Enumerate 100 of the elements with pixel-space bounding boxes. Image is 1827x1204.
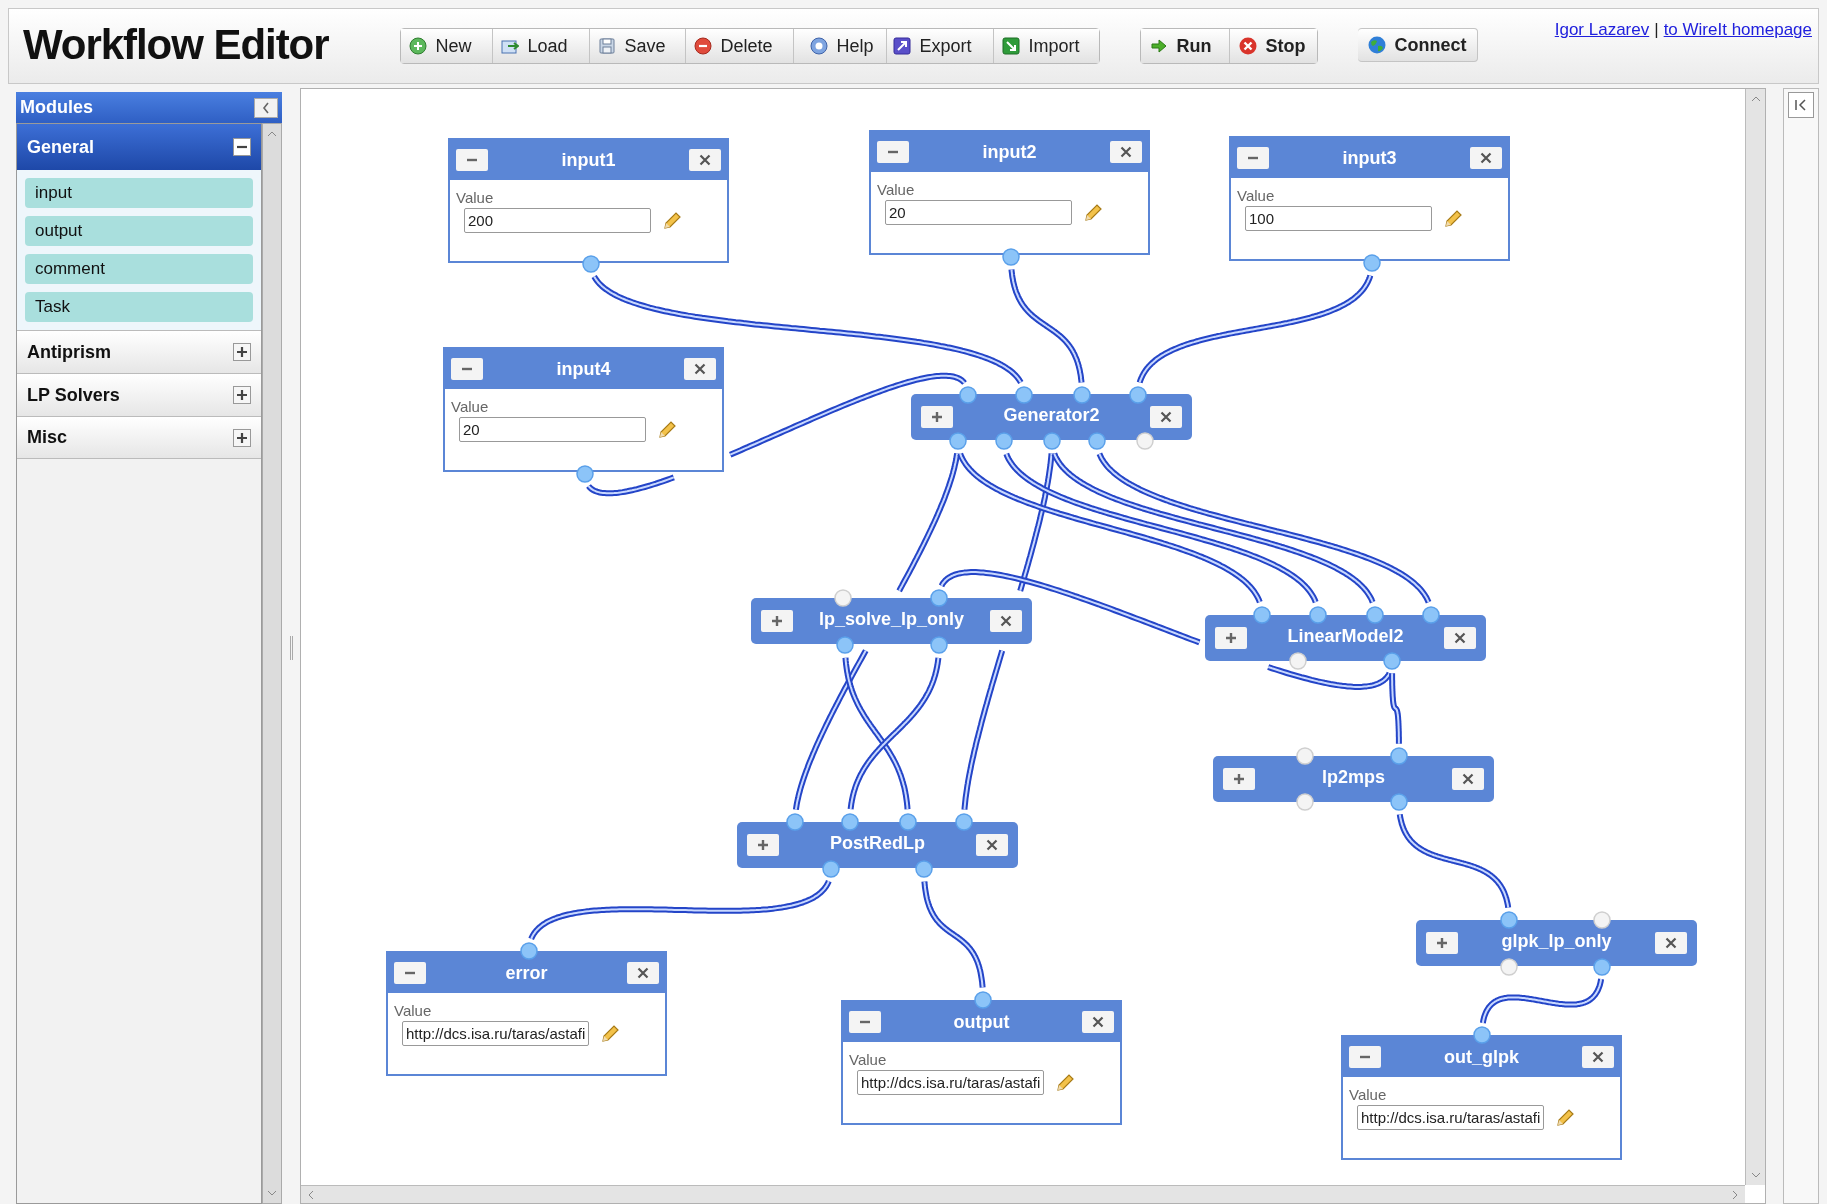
close-button[interactable] bbox=[1110, 141, 1142, 163]
close-button[interactable] bbox=[689, 149, 721, 171]
splitter-handle[interactable] bbox=[289, 636, 293, 660]
wire[interactable] bbox=[528, 879, 832, 941]
group-header[interactable]: LP Solvers bbox=[17, 373, 261, 416]
node-header[interactable]: input2 bbox=[871, 132, 1148, 172]
close-button[interactable] bbox=[627, 962, 659, 984]
module-node[interactable]: input1 Value 200 bbox=[448, 138, 729, 263]
node-header[interactable]: input3 bbox=[1231, 138, 1508, 178]
value-field[interactable]: 100 bbox=[1245, 206, 1432, 231]
module-item[interactable]: Task bbox=[25, 292, 253, 322]
wire[interactable] bbox=[1051, 452, 1376, 604]
wire[interactable] bbox=[1396, 812, 1512, 910]
minimize-button[interactable] bbox=[849, 1011, 881, 1033]
value-field[interactable]: http://dcs.isa.ru/taras/astafi bbox=[402, 1021, 589, 1046]
wire[interactable] bbox=[1389, 671, 1402, 746]
wire[interactable] bbox=[957, 452, 1263, 604]
module-node[interactable]: out_glpk Value http://dcs.isa.ru/taras/astafi bbox=[1341, 1035, 1622, 1160]
toolbar-button[interactable]: Export bbox=[886, 29, 994, 63]
wire[interactable] bbox=[961, 649, 1006, 811]
toolbar-button[interactable]: New bbox=[401, 29, 493, 63]
wire[interactable] bbox=[896, 452, 961, 593]
wire[interactable] bbox=[842, 656, 911, 811]
toolbar-button[interactable]: Save bbox=[589, 29, 686, 63]
value-field[interactable]: 20 bbox=[885, 200, 1072, 225]
node-header[interactable]: output bbox=[843, 1002, 1120, 1042]
minimize-button[interactable] bbox=[1237, 147, 1269, 169]
toolbar-button[interactable]: Connect bbox=[1358, 28, 1479, 62]
module-node[interactable]: glpk_lp_only bbox=[1416, 920, 1697, 966]
wire[interactable] bbox=[1017, 452, 1055, 592]
close-button[interactable] bbox=[1470, 147, 1502, 169]
group-header[interactable]: General bbox=[17, 124, 261, 170]
toolbar-button[interactable]: Run bbox=[1141, 29, 1230, 63]
close-button[interactable] bbox=[684, 358, 716, 380]
header-link[interactable]: Igor Lazarev bbox=[1554, 17, 1650, 43]
node-header[interactable]: input1 bbox=[450, 140, 727, 180]
expand-panel-button[interactable] bbox=[1788, 92, 1814, 118]
module-node[interactable]: PostRedLp bbox=[737, 822, 1018, 868]
node-header[interactable]: input4 bbox=[445, 349, 722, 389]
minimize-button[interactable] bbox=[394, 962, 426, 984]
close-button[interactable] bbox=[990, 610, 1022, 632]
globe-icon bbox=[1368, 36, 1387, 54]
expand-button[interactable] bbox=[761, 610, 793, 632]
header-link[interactable]: to WireIt homepage bbox=[1663, 17, 1812, 43]
minimize-button[interactable] bbox=[1349, 1046, 1381, 1068]
module-node[interactable]: input4 Value 20 bbox=[443, 347, 724, 472]
module-node[interactable]: LinearModel2 bbox=[1205, 615, 1486, 661]
value-field[interactable]: 20 bbox=[459, 417, 646, 442]
close-button[interactable] bbox=[1452, 768, 1484, 790]
value-field[interactable]: http://dcs.isa.ru/taras/astafi bbox=[857, 1070, 1044, 1095]
close-button[interactable] bbox=[1150, 406, 1182, 428]
toolbar-button[interactable]: Load bbox=[492, 29, 590, 63]
minimize-button[interactable] bbox=[456, 149, 488, 171]
expand-button[interactable] bbox=[1215, 627, 1247, 649]
expand-button[interactable] bbox=[921, 406, 953, 428]
group-header[interactable]: Misc bbox=[17, 416, 261, 459]
scrollbar[interactable] bbox=[262, 123, 282, 1204]
node-title: Generator2 bbox=[1003, 403, 1100, 427]
module-node[interactable]: input3 Value 100 bbox=[1229, 136, 1510, 261]
module-node[interactable]: output Value http://dcs.isa.ru/taras/astafi bbox=[841, 1000, 1122, 1125]
wire[interactable] bbox=[1479, 977, 1605, 1025]
node-header[interactable]: out_glpk bbox=[1343, 1037, 1620, 1077]
wire[interactable] bbox=[1008, 268, 1085, 384]
wire[interactable] bbox=[1136, 273, 1374, 385]
wire[interactable] bbox=[586, 474, 675, 497]
expand-button[interactable] bbox=[1426, 932, 1458, 954]
wire[interactable] bbox=[792, 649, 869, 811]
wire[interactable] bbox=[921, 879, 986, 990]
close-button[interactable] bbox=[1082, 1011, 1114, 1033]
node-header[interactable]: error bbox=[388, 953, 665, 993]
toolbar-button[interactable]: Delete bbox=[685, 29, 794, 63]
close-button[interactable] bbox=[1444, 627, 1476, 649]
minimize-button[interactable] bbox=[451, 358, 483, 380]
close-button[interactable] bbox=[1655, 932, 1687, 954]
module-node[interactable]: input2 Value 20 bbox=[869, 130, 1150, 255]
module-node[interactable]: lp_solve_lp_only bbox=[751, 598, 1032, 644]
collapse-button[interactable] bbox=[254, 97, 278, 118]
group-header[interactable]: Antiprism bbox=[17, 330, 261, 373]
scrollbar[interactable] bbox=[301, 1185, 1745, 1203]
toolbar-button[interactable]: Help bbox=[793, 29, 887, 63]
wire[interactable] bbox=[847, 656, 942, 811]
module-node[interactable]: lp2mps bbox=[1213, 756, 1494, 802]
value-field[interactable]: 200 bbox=[464, 208, 651, 233]
close-button[interactable] bbox=[976, 834, 1008, 856]
module-item[interactable]: input bbox=[25, 178, 253, 208]
wire[interactable] bbox=[1096, 452, 1432, 604]
module-node[interactable]: error Value http://dcs.isa.ru/taras/astafi bbox=[386, 951, 667, 1076]
toolbar-button[interactable]: Import bbox=[993, 29, 1100, 63]
expand-button[interactable] bbox=[747, 834, 779, 856]
module-item[interactable]: output bbox=[25, 216, 253, 246]
wire[interactable] bbox=[1003, 452, 1319, 604]
module-item[interactable]: comment bbox=[25, 254, 253, 284]
module-node[interactable]: Generator2 bbox=[911, 394, 1192, 440]
wire[interactable] bbox=[729, 372, 967, 458]
minimize-button[interactable] bbox=[877, 141, 909, 163]
expand-button[interactable] bbox=[1223, 768, 1255, 790]
value-field[interactable]: http://dcs.isa.ru/taras/astafi bbox=[1357, 1105, 1544, 1130]
toolbar-button[interactable]: Stop bbox=[1229, 29, 1318, 63]
scrollbar[interactable] bbox=[1745, 89, 1765, 1185]
close-button[interactable] bbox=[1582, 1046, 1614, 1068]
